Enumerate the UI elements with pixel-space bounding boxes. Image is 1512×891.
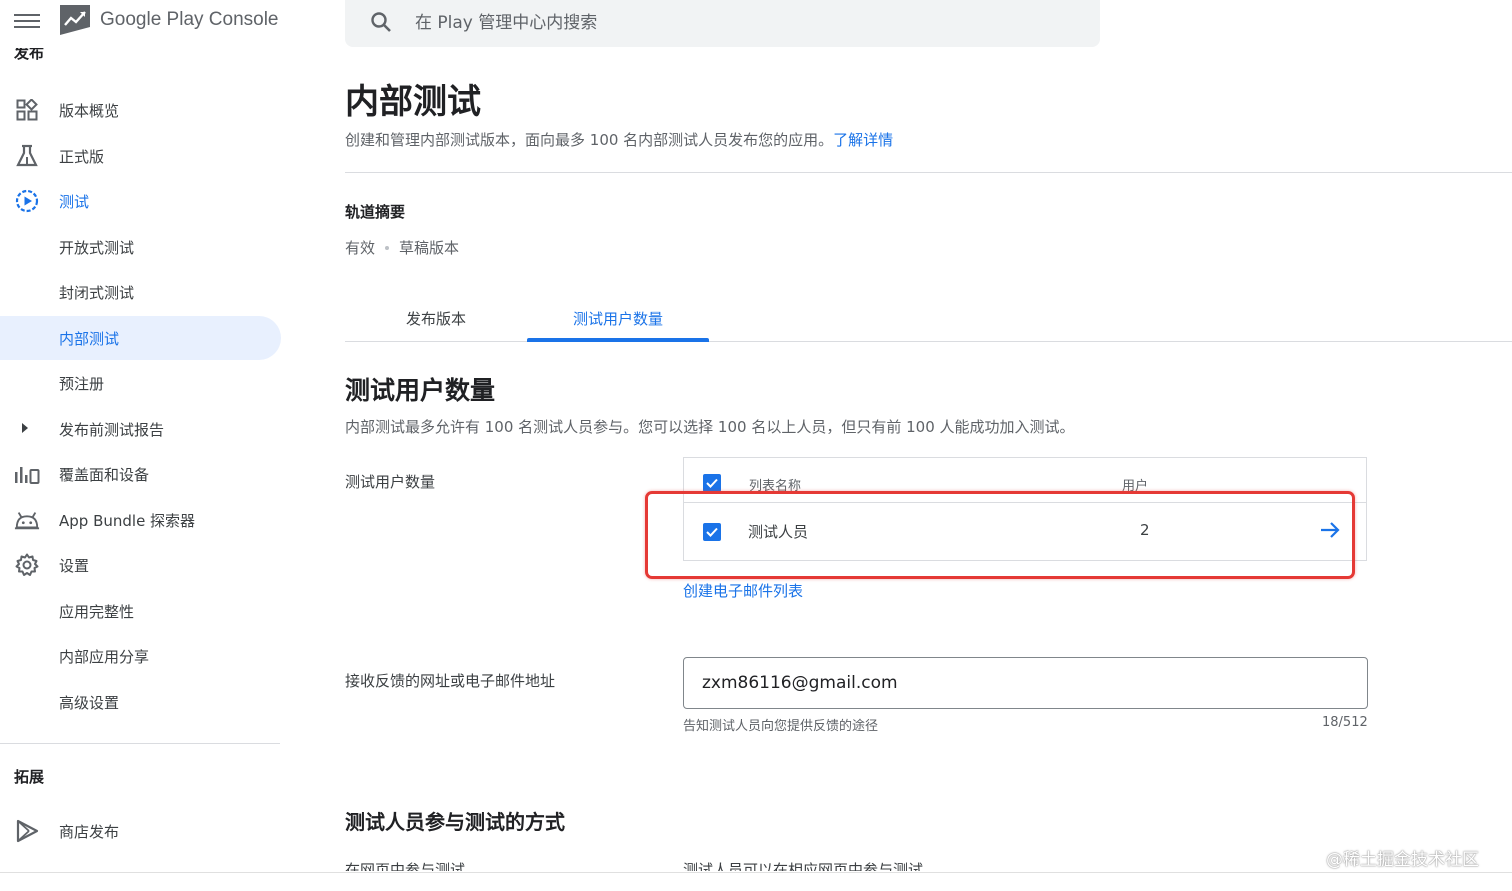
track-summary-status: 有效 草稿版本 (345, 237, 459, 258)
table-header: 列表名称 用户 (684, 457, 1366, 503)
sidebar-item-production[interactable]: 正式版 (0, 134, 282, 178)
watermark-text: @稀土掘金技术社区 (1326, 850, 1479, 870)
sidebar-item-open-testing[interactable]: 开放式测试 (0, 225, 282, 269)
hamburger-menu-icon[interactable] (14, 10, 40, 30)
sidebar-item-release-overview[interactable]: 版本概览 (0, 88, 282, 132)
sidebar-item-closed-testing[interactable]: 封闭式测试 (0, 270, 282, 314)
feedback-helper-text: 告知测试人员向您提供反馈的途径 (683, 719, 879, 734)
sidebar-item-label: 开放式测试 (59, 238, 135, 257)
sidebar-item-label: 高级设置 (59, 693, 120, 712)
search-input[interactable] (415, 10, 1075, 36)
sidebar-item-label: 预注册 (59, 374, 105, 393)
create-email-list-link[interactable]: 创建电子邮件列表 (683, 580, 803, 601)
sidebar-item-label: 发布前测试报告 (59, 420, 165, 439)
feedback-field-label: 接收反馈的网址或电子邮件地址 (345, 672, 556, 690)
sidebar-item-label: 测试 (59, 192, 90, 211)
column-header-users: 用户 (1122, 479, 1149, 494)
divider (345, 172, 1512, 173)
sidebar-heading-release: 发布 (14, 48, 45, 62)
separator-dot (385, 245, 390, 250)
feedback-char-counter: 18/512 (1322, 715, 1368, 730)
bottom-edge-line (0, 872, 1512, 873)
sidebar-item-store-presence[interactable]: 商店发布 (0, 809, 282, 853)
gear-icon (14, 553, 40, 577)
bar-chart-icon (14, 462, 40, 486)
arrow-right-icon[interactable] (1319, 519, 1341, 545)
logo[interactable]: Google Play Console (58, 2, 279, 38)
page-description-text: 创建和管理内部测试版本，面向最多 100 名内部测试人员发布您的应用。 (345, 131, 834, 149)
dashboard-icon (14, 98, 40, 122)
sidebar-item-label: 版本概览 (59, 101, 120, 120)
sidebar-item-pre-registration[interactable]: 预注册 (0, 361, 282, 405)
users-count-cell: 2 (1140, 521, 1150, 539)
sidebar-item-label: 应用完整性 (59, 602, 135, 621)
check-icon (706, 527, 718, 537)
sidebar: Google Play Console 发布 版本概览 正式版 测试 开放式测试… (0, 0, 282, 891)
sidebar-item-label: 封闭式测试 (59, 283, 135, 302)
row-checkbox[interactable] (703, 523, 721, 541)
section-description: 内部测试最多允许有 100 名测试人员参与。您可以选择 100 名以上人员，但只… (345, 418, 1075, 436)
status-draft: 草稿版本 (399, 239, 460, 257)
sidebar-item-label: 覆盖面和设备 (59, 465, 150, 484)
sidebar-item-label: App Bundle 探索器 (59, 511, 196, 530)
page-title: 内部测试 (345, 82, 481, 122)
page-description: 创建和管理内部测试版本，面向最多 100 名内部测试人员发布您的应用。了解详情 (345, 129, 893, 150)
list-name-cell: 测试人员 (748, 523, 809, 541)
join-on-web-description: 测试人员可以在相应网页中参与测试 (683, 861, 924, 871)
sidebar-item-advanced-settings[interactable]: 高级设置 (0, 680, 282, 724)
sidebar-section-grow: 拓展 (14, 768, 45, 786)
tabs: 发布版本 测试用户数量 (345, 296, 1512, 342)
select-all-checkbox[interactable] (703, 474, 721, 492)
column-header-list-name: 列表名称 (749, 479, 802, 494)
tab-releases[interactable]: 发布版本 (345, 296, 527, 341)
sidebar-item-app-bundle-explorer[interactable]: App Bundle 探索器 (0, 498, 282, 542)
track-summary-heading: 轨道摘要 (345, 203, 406, 221)
sidebar-item-label: 正式版 (59, 147, 105, 166)
section-title-how-to-join: 测试人员参与测试的方式 (345, 810, 565, 834)
android-icon (14, 508, 40, 532)
search-icon[interactable] (369, 10, 393, 34)
sidebar-item-settings[interactable]: 设置 (0, 543, 282, 587)
play-circle-icon (14, 189, 40, 213)
status-active: 有效 (345, 239, 376, 257)
sidebar-divider (0, 743, 280, 744)
flask-icon (14, 144, 40, 168)
section-title-testers: 测试用户数量 (345, 376, 496, 405)
sidebar-item-label: 内部应用分享 (59, 647, 150, 666)
join-on-web-label: 在网页中参与测试 (345, 861, 466, 871)
sidebar-item-internal-app-sharing[interactable]: 内部应用分享 (0, 634, 282, 678)
learn-more-link[interactable]: 了解详情 (833, 131, 893, 149)
testers-field-label: 测试用户数量 (345, 473, 436, 491)
sidebar-item-pre-launch-report[interactable]: 发布前测试报告 (0, 407, 282, 451)
sidebar-item-label: 内部测试 (59, 329, 120, 348)
play-outline-icon (14, 819, 40, 843)
table-row[interactable]: 测试人员 2 (684, 503, 1366, 560)
play-console-logo-icon (60, 5, 90, 35)
sidebar-item-reach-devices[interactable]: 覆盖面和设备 (0, 452, 282, 496)
sidebar-item-label: 设置 (59, 556, 90, 575)
search-bar[interactable] (345, 0, 1100, 47)
check-icon (706, 478, 718, 488)
feedback-email-input[interactable] (683, 657, 1368, 709)
sidebar-item-testing[interactable]: 测试 (0, 179, 282, 223)
logo-text: Google Play Console (100, 9, 279, 30)
sidebar-item-label: 商店发布 (59, 822, 120, 841)
sidebar-item-app-integrity[interactable]: 应用完整性 (0, 589, 282, 633)
sidebar-item-internal-testing[interactable]: 内部测试 (0, 316, 281, 360)
caret-right-icon[interactable] (22, 423, 28, 433)
tab-testers[interactable]: 测试用户数量 (527, 296, 709, 342)
email-list-table: 列表名称 用户 测试人员 2 (683, 457, 1367, 561)
